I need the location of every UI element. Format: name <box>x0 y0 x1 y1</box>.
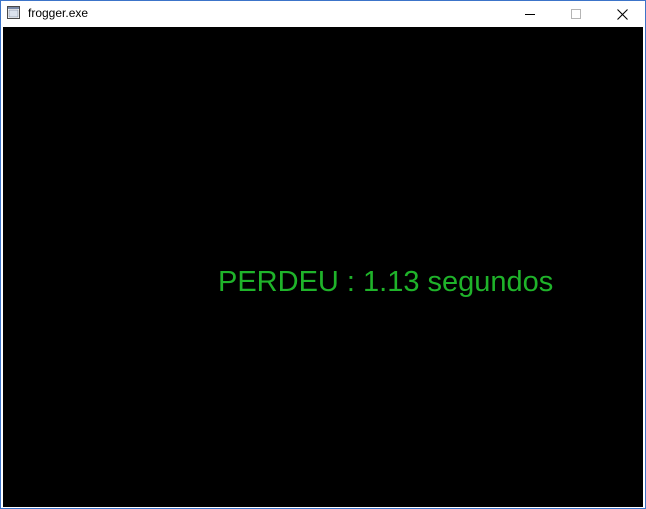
maximize-icon <box>571 9 581 19</box>
app-window: frogger.exe PERDEU : 1.13 segundos <box>0 0 646 509</box>
close-icon <box>616 8 628 20</box>
minimize-button[interactable] <box>507 1 553 27</box>
close-button[interactable] <box>599 1 645 27</box>
game-over-message: PERDEU : 1.13 segundos <box>218 266 554 298</box>
title-bar[interactable]: frogger.exe <box>1 1 645 27</box>
app-window-icon[interactable] <box>7 6 20 19</box>
game-canvas[interactable]: PERDEU : 1.13 segundos <box>3 27 643 507</box>
minimize-icon <box>525 14 535 15</box>
maximize-button[interactable] <box>553 1 599 27</box>
window-title: frogger.exe <box>28 6 89 20</box>
